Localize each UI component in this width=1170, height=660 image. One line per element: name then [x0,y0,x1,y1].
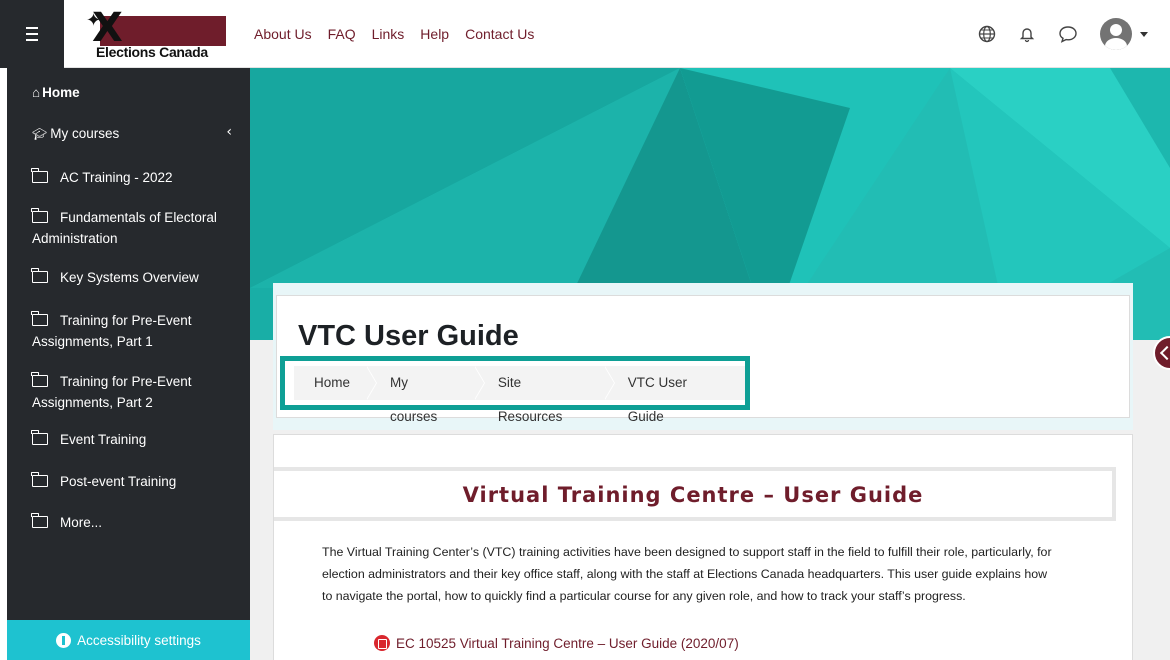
menu-toggle-button[interactable] [0,0,64,68]
chevron-down-icon[interactable] [1140,31,1148,37]
breadcrumb-current: VTC User Guide [603,366,745,424]
breadcrumb: Home My courses Site Resources VTC User … [294,366,745,424]
links-link[interactable]: Links [372,26,405,42]
top-links: About Us FAQ Links Help Contact Us [254,0,534,68]
main-content: Virtual Training Centre – User Guide The… [273,434,1133,660]
contact-us-link[interactable]: Contact Us [465,26,534,42]
page-header-card: VTC User Guide Home My courses Site Reso… [276,295,1130,424]
folder-icon [31,311,48,326]
sidebar-edge [0,68,7,660]
sidebar-item-label: Training for Pre-Event Assignments, Part… [32,313,192,349]
hamburger-icon [26,25,38,43]
sidebar-item-course[interactable]: Training for Pre-Event Assignments, Part… [31,310,232,352]
folder-icon [31,208,48,223]
accessibility-settings-button[interactable]: Accessibility settings [7,620,250,660]
folder-icon [31,513,48,528]
sidebar-item-label: Event Training [60,432,147,447]
chat-bubble-icon[interactable] [1058,25,1078,43]
accessibility-icon [56,632,72,648]
sidebar: ⌂ Home 🎓︎ My courses ‹ AC Training - 2022 … [0,68,250,660]
globe-icon[interactable] [978,25,996,43]
top-navbar: ✦ X Elections Canada About Us FAQ Links … [0,0,1170,68]
sidebar-item-label: Key Systems Overview [60,270,199,285]
chevron-left-icon[interactable]: ‹ [226,124,232,140]
sidebar-item-more[interactable]: More... [31,512,103,533]
sidebar-item-label: More... [60,515,103,530]
sidebar-item-course[interactable]: Training for Pre-Event Assignments, Part… [31,371,232,413]
graduation-cap-icon: 🎓︎ [32,127,48,141]
logo-x-mark: X [92,5,123,51]
section-heading-box: Virtual Training Centre – User Guide [274,467,1116,521]
sidebar-item-label: Home [42,85,80,100]
sidebar-item-label: My courses [50,126,120,141]
breadcrumb-my-courses[interactable]: My courses [366,366,485,424]
breadcrumb-home[interactable]: Home [294,366,378,400]
sidebar-item-label: Post-event Training [60,474,177,489]
sidebar-item-label: Training for Pre-Event Assignments, Part… [32,374,192,410]
site-logo[interactable]: ✦ X Elections Canada [72,8,232,60]
logo-text: Elections Canada [96,44,208,60]
pdf-link-label: EC 10525 Virtual Training Centre – User … [396,635,739,651]
user-avatar[interactable] [1100,18,1132,50]
help-link[interactable]: Help [420,26,449,42]
sidebar-item-course[interactable]: Fundamentals of Electoral Administration [31,207,242,249]
breadcrumb-site-resources[interactable]: Site Resources [473,366,615,424]
intro-paragraph: The Virtual Training Center’s (VTC) trai… [322,545,1052,603]
bell-icon[interactable] [1018,25,1036,43]
folder-icon [31,372,48,387]
pdf-guide-link[interactable]: EC 10525 Virtual Training Centre – User … [374,635,739,651]
sidebar-item-course[interactable]: Event Training [31,429,147,450]
accessibility-label: Accessibility settings [77,632,201,648]
user-controls [978,0,1148,68]
sidebar-item-course[interactable]: Key Systems Overview [31,267,199,288]
pdf-icon [374,635,390,651]
sidebar-item-course[interactable]: Post-event Training [31,471,177,492]
folder-icon [31,168,48,183]
sidebar-item-course[interactable]: AC Training - 2022 [31,167,173,188]
folder-icon [31,430,48,445]
faq-link[interactable]: FAQ [328,26,356,42]
page-header: VTC User Guide Home My courses Site Reso… [273,283,1133,430]
folder-icon [31,268,48,283]
page-title: VTC User Guide [298,320,519,352]
open-drawer-button[interactable] [1153,336,1170,370]
sidebar-item-my-courses[interactable]: 🎓︎ My courses [32,123,119,145]
breadcrumb-highlight: Home My courses Site Resources VTC User … [280,356,750,424]
folder-icon [31,472,48,487]
sidebar-item-home[interactable]: ⌂ Home [32,82,80,103]
home-icon: ⌂ [32,85,41,100]
sidebar-item-label: AC Training - 2022 [60,170,173,185]
sidebar-item-label: Fundamentals of Electoral Administration [32,210,217,246]
about-us-link[interactable]: About Us [254,26,312,42]
section-title: Virtual Training Centre – User Guide [462,483,924,507]
